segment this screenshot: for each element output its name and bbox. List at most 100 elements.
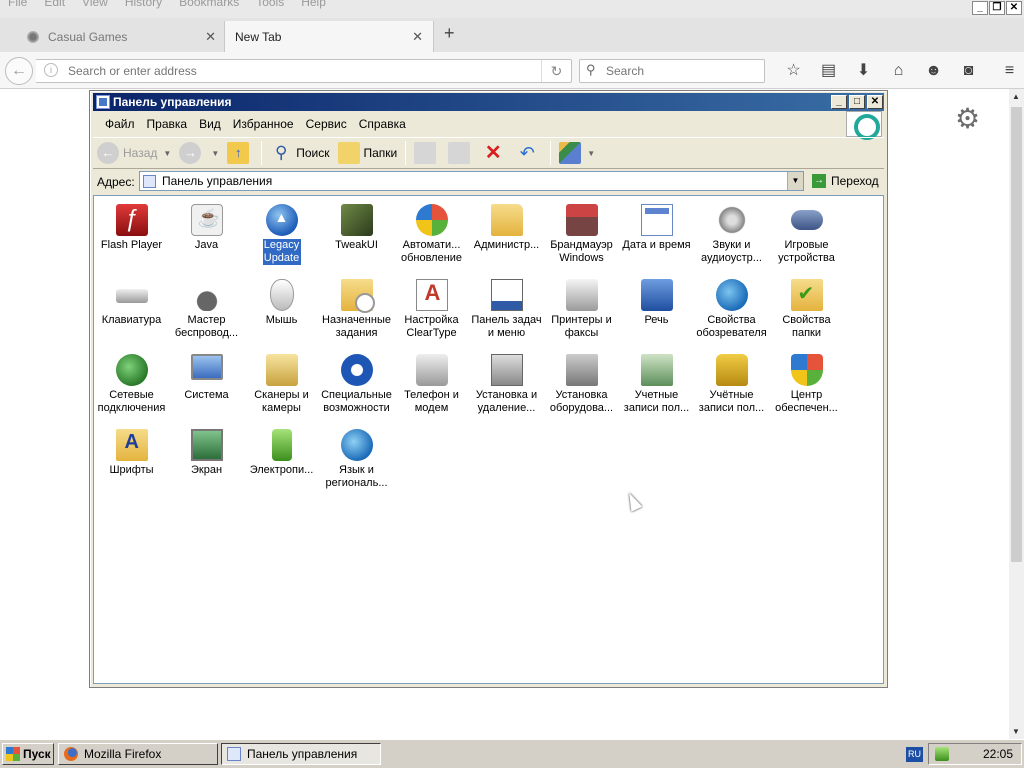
move-to-button[interactable] [410, 140, 444, 166]
menu-tools[interactable]: Tools [248, 0, 293, 9]
url-bar[interactable]: i ↻ [36, 59, 572, 83]
menu-edit[interactable]: Edit [36, 0, 74, 9]
power-tray-icon[interactable] [935, 747, 949, 761]
taskbar-button-control-panel[interactable]: Панель управления [221, 743, 381, 765]
folders-button[interactable]: Папки [334, 140, 402, 166]
settings-gear-icon[interactable]: ⚙ [955, 105, 980, 133]
menu-bookmarks[interactable]: Bookmarks [171, 0, 248, 9]
close-window-button[interactable]: ✕ [1006, 1, 1022, 15]
bookmark-star-icon[interactable]: ☆ [776, 60, 811, 82]
menu-view[interactable]: Вид [193, 117, 227, 131]
pocket-icon[interactable]: ◙ [951, 60, 986, 82]
menu-view[interactable]: View [74, 0, 117, 9]
undo-button[interactable]: ↶ [512, 140, 546, 166]
scroll-thumb[interactable] [1011, 107, 1022, 562]
views-button[interactable]: ▼ [555, 140, 603, 166]
menu-file[interactable]: Файл [99, 117, 141, 131]
cp-item-tweakui[interactable]: TweakUI [319, 200, 394, 275]
search-box[interactable]: ⚲ [579, 59, 765, 83]
new-tab-plus-icon[interactable]: + [444, 23, 455, 44]
reload-icon[interactable]: ↻ [541, 60, 571, 82]
minimize-button[interactable]: _ [831, 95, 847, 109]
hamburger-menu-icon[interactable]: ≡ [992, 60, 1024, 82]
cp-item-speech[interactable]: Речь [619, 275, 694, 350]
cp-item-firewall[interactable]: Брандмауэр Windows [544, 200, 619, 275]
cp-item-fonts[interactable]: Шрифты [94, 425, 169, 500]
home-icon[interactable]: ⌂ [881, 60, 916, 82]
cp-item-scanners-cameras[interactable]: Сканеры и камеры [244, 350, 319, 425]
cp-item-network-connections[interactable]: Сетевые подключения [94, 350, 169, 425]
go-button[interactable]: → Переход [808, 171, 883, 191]
menu-help[interactable]: Справка [353, 117, 412, 131]
copy-to-button[interactable] [444, 140, 478, 166]
cp-item-game-controllers[interactable]: Игровые устройства [769, 200, 844, 275]
downloads-icon[interactable]: ⬇ [846, 60, 881, 82]
url-input[interactable] [66, 62, 536, 80]
back-arrow-icon[interactable]: ← [5, 57, 33, 85]
maximize-button[interactable]: □ [849, 95, 865, 109]
smiley-icon[interactable]: ☻ [916, 60, 951, 82]
close-tab-icon[interactable]: ✕ [412, 29, 423, 45]
close-button[interactable]: ✕ [867, 95, 883, 109]
cp-item-internet-options[interactable]: Свойства обозревателя [694, 275, 769, 350]
cp-item-cleartype[interactable]: Настройка ClearType [394, 275, 469, 350]
search-button[interactable]: ⚲ Поиск [266, 140, 333, 166]
tab-new-tab[interactable]: New Tab ✕ [224, 21, 434, 52]
taskbar-button-firefox[interactable]: Mozilla Firefox [58, 743, 218, 765]
cp-item-legacy-update[interactable]: Legacy Update [244, 200, 319, 275]
cp-item-regional-options[interactable]: Язык и региональ... [319, 425, 394, 500]
cp-item-flash-player[interactable]: Flash Player [94, 200, 169, 275]
cp-item-scheduled-tasks[interactable]: Назначенные задания [319, 275, 394, 350]
tab-casual-games[interactable]: Casual Games ✕ [16, 21, 226, 52]
cp-item-folder-options[interactable]: Свойства папки [769, 275, 844, 350]
address-input[interactable] [160, 173, 780, 189]
cp-item-wireless-wizard[interactable]: Мастер беспровод... [169, 275, 244, 350]
menu-edit[interactable]: Правка [141, 117, 194, 131]
back-dropdown-icon[interactable]: ▼ [163, 149, 171, 158]
scroll-up-icon[interactable]: ▲ [1012, 92, 1020, 101]
menu-help[interactable]: Help [293, 0, 335, 9]
cp-item-display[interactable]: Экран [169, 425, 244, 500]
cp-item-taskbar-start-menu[interactable]: Панель задач и меню "Пуск" [469, 275, 544, 350]
delete-button[interactable]: ✕ [478, 140, 512, 166]
site-info-icon[interactable]: i [44, 63, 58, 77]
menu-history[interactable]: History [117, 0, 171, 9]
close-tab-icon[interactable]: ✕ [205, 29, 216, 45]
start-button[interactable]: Пуск [2, 743, 54, 765]
menu-tools[interactable]: Сервис [300, 117, 353, 131]
cp-item-date-time[interactable]: Дата и время [619, 200, 694, 275]
back-button[interactable]: ← Назад [93, 140, 161, 166]
clock[interactable]: 22:05 [983, 747, 1013, 761]
scroll-down-icon[interactable]: ▼ [1012, 727, 1020, 736]
menu-favorites[interactable]: Избранное [227, 117, 300, 131]
cp-item-user-accounts-2[interactable]: Учётные записи пол... [694, 350, 769, 425]
reading-list-icon[interactable]: ▤ [811, 60, 846, 82]
restore-button[interactable]: ❐ [989, 1, 1005, 15]
forward-button[interactable]: → [175, 140, 209, 166]
cp-item-administrative-tools[interactable]: Администр... [469, 200, 544, 275]
forward-dropdown-icon[interactable]: ▼ [211, 149, 219, 158]
cp-item-printers-faxes[interactable]: Принтеры и факсы [544, 275, 619, 350]
cp-item-automatic-updates[interactable]: Автомати... обновление [394, 200, 469, 275]
cp-item-sounds[interactable]: Звуки и аудиоустр... [694, 200, 769, 275]
menu-file[interactable]: File [0, 0, 36, 9]
window-titlebar[interactable]: Панель управления _ □ ✕ [93, 93, 884, 111]
address-dropdown-icon[interactable]: ▼ [787, 172, 803, 190]
up-folder-button[interactable]: ↑ [223, 140, 257, 166]
address-field[interactable]: ▼ [139, 171, 804, 191]
language-indicator[interactable]: RU [906, 747, 923, 762]
cp-item-add-hardware[interactable]: Установка оборудова... [544, 350, 619, 425]
cp-item-security-center[interactable]: Центр обеспечен... [769, 350, 844, 425]
cp-item-phone-modem[interactable]: Телефон и модем [394, 350, 469, 425]
minimize-button[interactable]: _ [972, 1, 988, 15]
cp-item-system[interactable]: Система [169, 350, 244, 425]
cp-item-mouse[interactable]: Мышь [244, 275, 319, 350]
cp-item-power-options[interactable]: Электропи... [244, 425, 319, 500]
cp-item-keyboard[interactable]: Клавиатура [94, 275, 169, 350]
cp-item-java[interactable]: Java [169, 200, 244, 275]
cp-item-accessibility[interactable]: Специальные возможности [319, 350, 394, 425]
cp-item-add-remove-programs[interactable]: Установка и удаление... [469, 350, 544, 425]
vertical-scrollbar[interactable]: ▲ ▼ [1009, 89, 1024, 739]
search-input[interactable] [604, 63, 754, 79]
cp-item-user-accounts[interactable]: Учетные записи пол... [619, 350, 694, 425]
